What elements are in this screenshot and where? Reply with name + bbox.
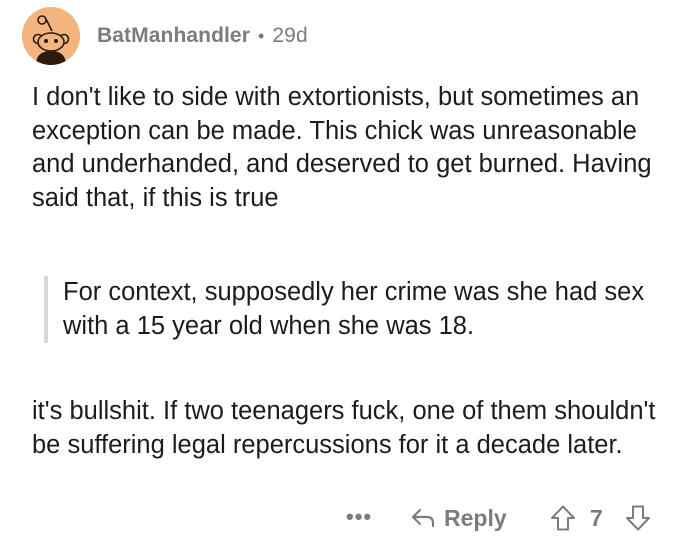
comment-paragraph-2: it's bullshit. If two teenagers fuck, on… [32,397,656,459]
reply-button[interactable]: Reply [410,500,507,536]
upvote-arrow-icon[interactable] [549,504,577,532]
comment-paragraph-1: I don't like to side with extortionists,… [32,83,652,212]
more-options-icon[interactable]: ••• [346,502,372,532]
vote-score: 7 [590,505,603,531]
avatar[interactable] [22,7,80,65]
comment: BatManhandler • 29d I don't like to side… [0,0,700,549]
reply-arrow-icon [411,508,435,528]
comment-header: BatManhandler • 29d [22,7,308,65]
author-username[interactable]: BatManhandler [97,24,250,48]
reply-label: Reply [444,504,507,531]
downvote-arrow-icon[interactable] [624,504,652,532]
comment-age[interactable]: 29d [272,24,307,48]
comment-meta: BatManhandler • 29d [97,24,308,48]
meta-separator: • [258,25,265,46]
blockquote: For context, supposedly her crime was sh… [44,276,693,343]
snoo-avatar-icon [22,7,80,65]
comment-actions: ••• Reply 7 [0,500,700,540]
